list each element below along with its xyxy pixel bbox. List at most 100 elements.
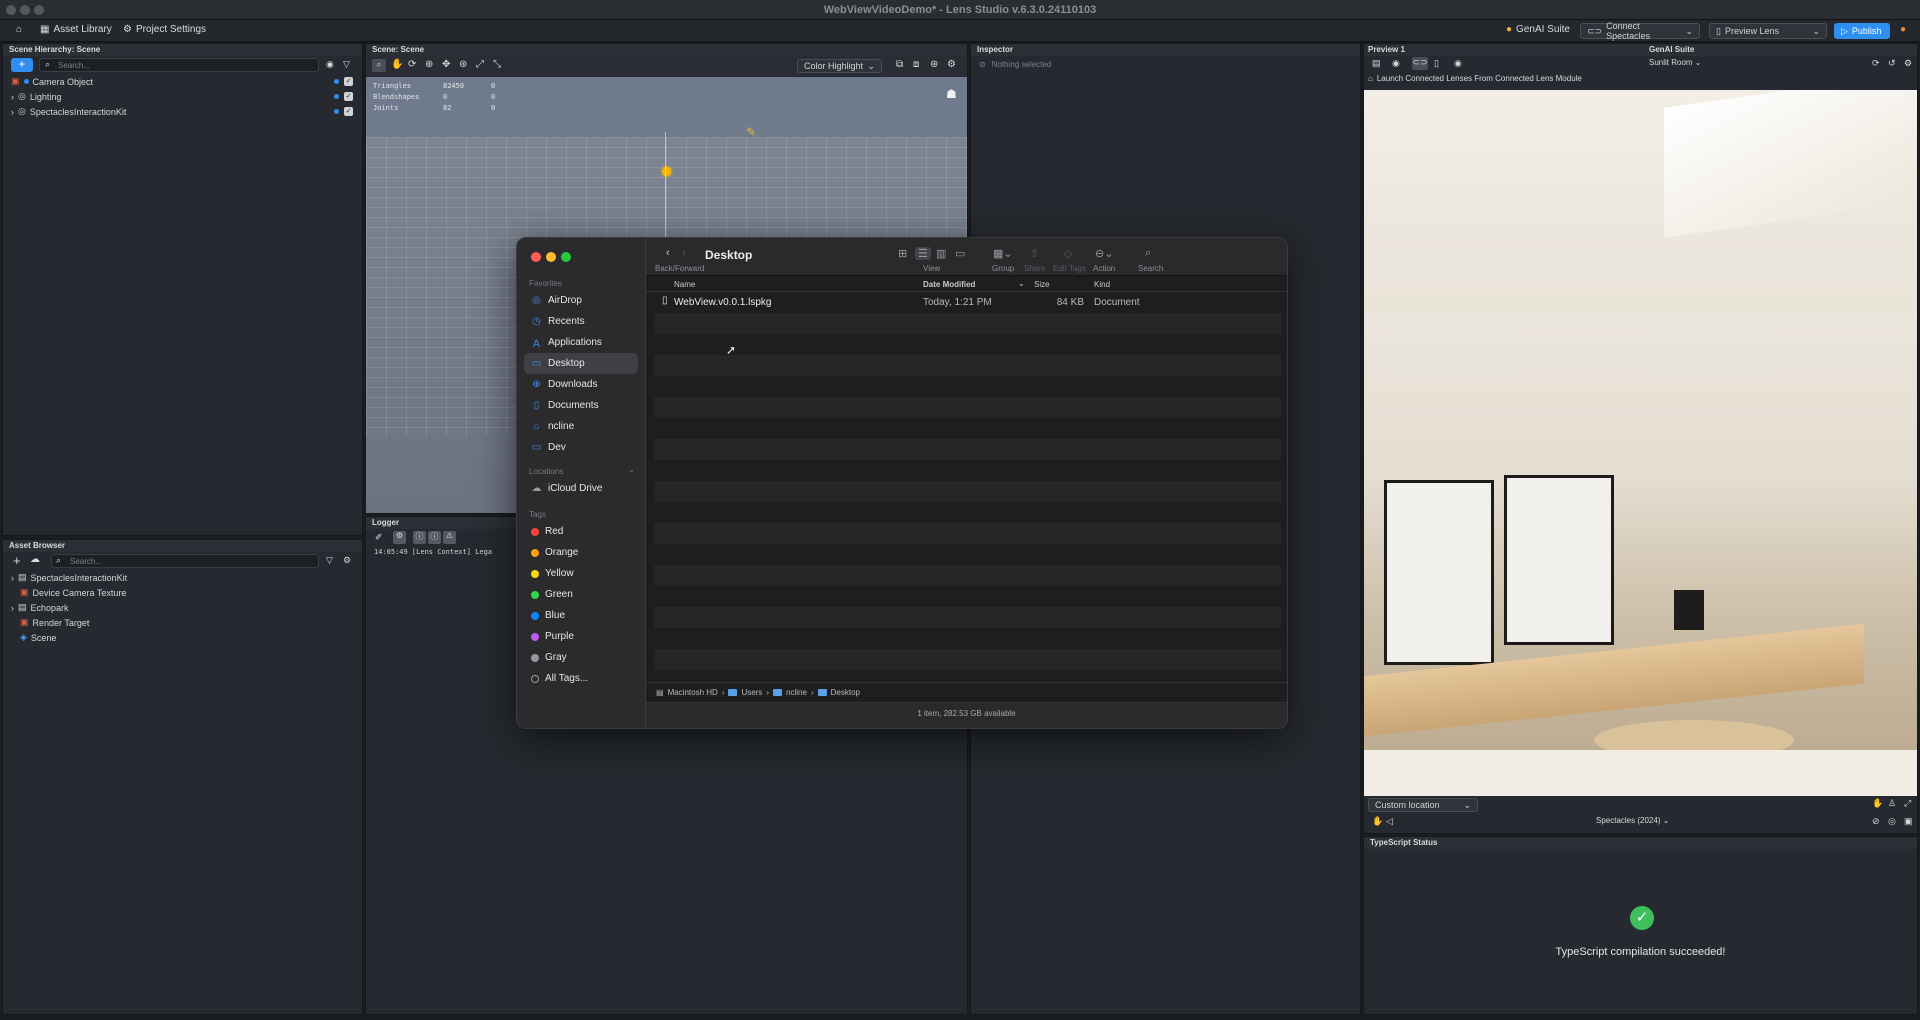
person-icon[interactable]: ♙ — [1888, 798, 1896, 809]
sidebar-tag-item[interactable]: Gray — [517, 647, 645, 668]
group-icon[interactable]: ▦⌄ — [993, 247, 1013, 260]
connect-spectacles-dropdown[interactable]: ⊂⊃ Connect Spectacles ⌄ — [1580, 21, 1700, 41]
expand-chevron-icon[interactable]: › — [11, 92, 14, 102]
expand-chevron-icon[interactable]: › — [11, 107, 14, 117]
sidebar-tag-item[interactable]: Purple — [517, 626, 645, 647]
asset-item[interactable]: › ▤ Echopark — [3, 600, 362, 615]
column-view-icon[interactable]: ▥ — [936, 247, 946, 260]
sidebar-item-documents[interactable]: ▯ Documents — [517, 395, 645, 416]
sidebar-item-downloads[interactable]: ⊕ Downloads — [517, 374, 645, 395]
error-toggle-icon[interactable]: ⚠ — [443, 531, 456, 544]
share-icon[interactable]: ⇪ — [1030, 247, 1039, 260]
publish-button[interactable]: ▷ Publish — [1834, 23, 1890, 39]
camera-view-icon[interactable]: ⧈ — [913, 59, 919, 70]
move-tool-icon[interactable]: ✥ — [442, 59, 450, 70]
asset-item[interactable]: ◈ Scene — [3, 630, 362, 645]
visibility-icon[interactable]: ◉ — [326, 59, 334, 70]
sidebar-item-recents[interactable]: ◷ Recents — [517, 311, 645, 332]
touch-icon[interactable]: ✋ — [1372, 816, 1383, 827]
layout-icon[interactable]: ▤ — [1372, 58, 1381, 69]
sidebar-tag-item[interactable]: Red — [517, 521, 645, 542]
add-object-button[interactable]: + — [11, 58, 33, 72]
settings-icon[interactable]: ⚙ — [947, 59, 956, 70]
tab-genai-suite[interactable]: GenAI Suite — [1649, 45, 1694, 54]
search-icon[interactable]: ⌕ — [1145, 247, 1151, 260]
gallery-view-icon[interactable]: ▭ — [955, 247, 965, 260]
filter-toggle-icon[interactable]: ⚙ — [393, 531, 406, 544]
axis-gizmo-icon[interactable]: ☗ — [946, 87, 957, 101]
tag-icon[interactable]: ◇ — [1064, 247, 1072, 260]
back-chevron-icon[interactable]: ‹ — [666, 247, 670, 259]
enabled-checkbox[interactable]: ✓ — [344, 77, 353, 86]
sidebar-item-desktop[interactable]: ▭ Desktop — [524, 353, 638, 374]
fit-tool-icon[interactable]: ⤡ — [493, 59, 501, 70]
hierarchy-item-camera[interactable]: ▣ Camera Object ✓ — [3, 74, 362, 89]
close-button[interactable] — [531, 252, 541, 262]
select-tool-icon[interactable]: ⌕ — [372, 59, 386, 72]
asset-item[interactable]: ▣ Render Target — [3, 615, 362, 630]
project-settings-button[interactable]: ⚙ Project Settings — [123, 24, 206, 35]
hierarchy-item-sik[interactable]: › ◎ SpectaclesInteractionKit ✓ — [3, 104, 362, 119]
sidebar-item-home[interactable]: ⌂ ncline — [517, 416, 645, 437]
asset-search-input[interactable]: Search... — [51, 554, 319, 568]
device-dropdown[interactable]: Spectacles (2024) ⌄ — [1596, 816, 1669, 825]
settings-icon[interactable]: ⚙ — [1904, 58, 1912, 69]
enabled-checkbox[interactable]: ✓ — [344, 92, 353, 101]
location-dropdown[interactable]: Custom location ⌄ — [1368, 798, 1478, 812]
preview-lens-dropdown[interactable]: ▯ Preview Lens ⌄ — [1709, 23, 1827, 39]
compass-icon[interactable]: ⊘ — [1872, 816, 1880, 827]
hierarchy-item-lighting[interactable]: › ◎ Lighting ✓ — [3, 89, 362, 104]
clear-log-icon[interactable]: ✐ — [375, 532, 383, 543]
genai-suite-button[interactable]: ● GenAI Suite — [1506, 24, 1570, 35]
record-icon[interactable]: ◎ — [1888, 816, 1896, 827]
sidebar-tag-item[interactable]: All Tags... — [517, 668, 645, 689]
asset-library-button[interactable]: ▦ Asset Library — [40, 24, 112, 35]
refresh-icon[interactable]: ⟳ — [1872, 58, 1880, 69]
minimize-button[interactable] — [546, 252, 556, 262]
path-item[interactable]: Desktop — [831, 688, 860, 697]
asset-item[interactable]: ▣ Device Camera Texture — [3, 585, 362, 600]
gear-icon[interactable]: ⚙ — [343, 555, 351, 566]
filter-icon[interactable]: ▽ — [326, 555, 333, 566]
expand-chevron-icon[interactable]: › — [11, 603, 14, 613]
sidebar-item-dev[interactable]: ▭ Dev — [517, 437, 645, 458]
sidebar-tag-item[interactable]: Yellow — [517, 563, 645, 584]
sidebar-item-applications[interactable]: Ａ Applications — [517, 332, 645, 353]
add-asset-button[interactable]: + — [13, 553, 21, 568]
forward-chevron-icon[interactable]: › — [682, 247, 686, 259]
orbit-tool-icon[interactable]: ⊛ — [459, 59, 467, 70]
path-item[interactable]: ncline — [786, 688, 807, 697]
camera-gizmo-icon[interactable]: ✎ — [746, 125, 756, 139]
zoom-button[interactable] — [561, 252, 571, 262]
path-item[interactable]: Users — [741, 688, 762, 697]
gizmo-icon[interactable]: ⊛ — [930, 59, 938, 70]
hand-tool-icon[interactable]: ✋ — [391, 59, 403, 70]
eye-icon[interactable]: ◉ — [1454, 58, 1462, 69]
zoom-tool-icon[interactable]: ⊕ — [425, 59, 433, 70]
sidebar-item-airdrop[interactable]: ◎ AirDrop — [517, 290, 645, 311]
path-item[interactable]: Macintosh HD — [668, 688, 718, 697]
home-icon[interactable]: ⌂ — [16, 24, 22, 35]
fullscreen-icon[interactable]: ⤢ — [1904, 798, 1911, 809]
hierarchy-search-input[interactable]: Search... — [39, 58, 319, 72]
filter-icon[interactable]: ▽ — [343, 59, 350, 70]
column-size[interactable]: Size — [1034, 280, 1050, 289]
sidebar-item-icloud[interactable]: ☁ iCloud Drive — [517, 478, 645, 499]
action-icon[interactable]: ⊖⌄ — [1095, 247, 1113, 260]
info-toggle-icon[interactable]: ⓘ — [413, 531, 426, 544]
collapse-chevron-icon[interactable]: ⌄ — [628, 465, 635, 474]
environment-dropdown[interactable]: Sunlit Room ⌄ — [1649, 58, 1702, 67]
column-kind[interactable]: Kind — [1094, 280, 1110, 289]
warning-toggle-icon[interactable]: ⓘ — [428, 531, 441, 544]
icon-view-icon[interactable]: ⊞ — [898, 247, 907, 260]
rotate-tool-icon[interactable]: ⟳ — [408, 59, 416, 70]
screenshot-icon[interactable]: ▣ — [1904, 816, 1913, 827]
layers-icon[interactable]: ⧉ — [896, 59, 903, 70]
spectacles-view-icon[interactable]: ⊂⊃ — [1412, 57, 1428, 70]
reset-icon[interactable]: ↺ — [1888, 58, 1896, 69]
column-name[interactable]: Name — [674, 280, 695, 289]
audio-icon[interactable]: ◁ — [1386, 816, 1393, 827]
column-date-modified[interactable]: Date Modified — [923, 280, 975, 289]
lock-icon[interactable]: ⊘ — [979, 60, 986, 69]
phone-icon[interactable]: ▯ — [1434, 58, 1439, 69]
